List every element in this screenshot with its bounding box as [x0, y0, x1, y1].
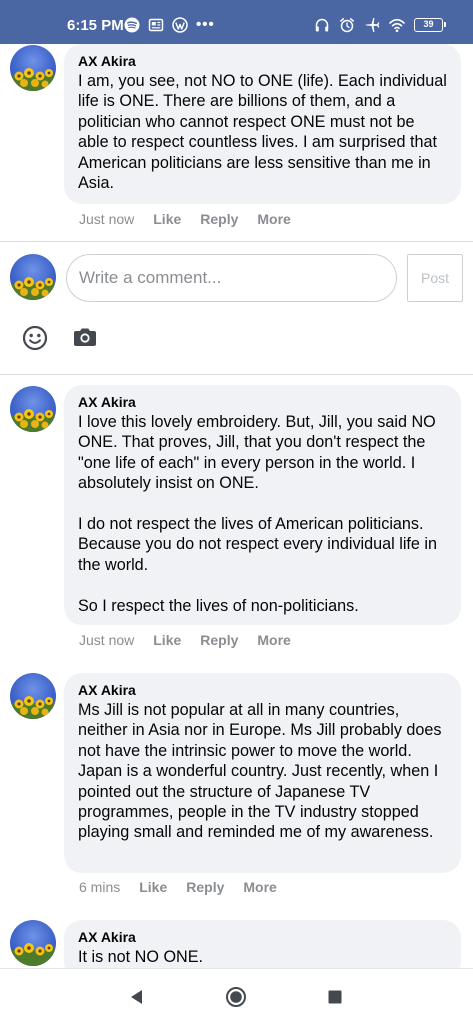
comment-author[interactable]: AX Akira [78, 52, 447, 70]
comment-actions: Just now Like Reply More [79, 632, 291, 648]
post-button[interactable]: Post [407, 254, 463, 302]
comment-text: I am, you see, not NO to ONE (life). Eac… [78, 72, 447, 193]
alarm-icon [340, 18, 354, 33]
comment-author[interactable]: AX Akira [78, 393, 447, 411]
wifi-icon [389, 18, 405, 33]
battery-indicator: 39 [414, 18, 446, 32]
comment-time[interactable]: Just now [79, 632, 134, 648]
status-time: 6:15 PM [67, 17, 124, 34]
comment-actions: Just now Like Reply More [79, 211, 291, 227]
more-notifications-indicator: ••• [196, 16, 215, 33]
status-bar: 6:15 PM ••• 39 [0, 0, 473, 44]
more-button[interactable]: More [257, 211, 290, 227]
more-button[interactable]: More [257, 632, 290, 648]
comment-author[interactable]: AX Akira [78, 681, 447, 699]
spotify-icon [124, 17, 140, 33]
reply-button[interactable]: Reply [200, 211, 238, 227]
wordpress-icon [172, 17, 188, 33]
navigation-bar [0, 968, 473, 1024]
like-button[interactable]: Like [153, 211, 181, 227]
avatar[interactable] [10, 386, 56, 432]
sunflower-field-image [10, 696, 56, 719]
headphones-icon [315, 18, 329, 32]
home-button[interactable] [225, 986, 247, 1008]
divider [0, 374, 473, 375]
sunflower-field-image [10, 68, 56, 91]
avatar[interactable] [10, 920, 56, 966]
news-icon [148, 18, 164, 32]
avatar[interactable] [10, 45, 56, 91]
sunflower-field-image [10, 409, 56, 432]
comment-bubble: AX Akira I love this lovely embroidery. … [64, 385, 461, 625]
comment-text: I love this lovely embroidery. But, Jill… [78, 413, 438, 615]
comment-bubble: AX Akira I am, you see, not NO to ONE (l… [64, 44, 461, 204]
comment-actions: 6 mins Like Reply More [79, 879, 277, 895]
comment-text: Ms Jill is not popular at all in many co… [78, 701, 442, 842]
comment-time[interactable]: 6 mins [79, 879, 120, 895]
like-button[interactable]: Like [153, 632, 181, 648]
emoji-icon[interactable] [21, 324, 49, 352]
camera-icon[interactable] [71, 324, 99, 352]
avatar[interactable] [10, 673, 56, 719]
reply-button[interactable]: Reply [186, 879, 224, 895]
comment-input[interactable] [66, 254, 397, 302]
airplane-icon [365, 18, 380, 32]
comment-author[interactable]: AX Akira [78, 928, 447, 946]
write-comment-row: Post [0, 252, 473, 304]
comment-text: It is not NO ONE. [78, 948, 204, 966]
comment-time[interactable]: Just now [79, 211, 134, 227]
status-left-icons: ••• [124, 17, 215, 33]
recents-button[interactable] [324, 986, 346, 1008]
divider [0, 241, 473, 242]
sunflower-field-image [10, 943, 56, 966]
like-button[interactable]: Like [139, 879, 167, 895]
comment-bubble: AX Akira Ms Jill is not popular at all i… [64, 673, 461, 873]
more-button[interactable]: More [243, 879, 276, 895]
reply-button[interactable]: Reply [200, 632, 238, 648]
back-button[interactable] [126, 986, 148, 1008]
status-right-icons: 39 [314, 17, 446, 33]
